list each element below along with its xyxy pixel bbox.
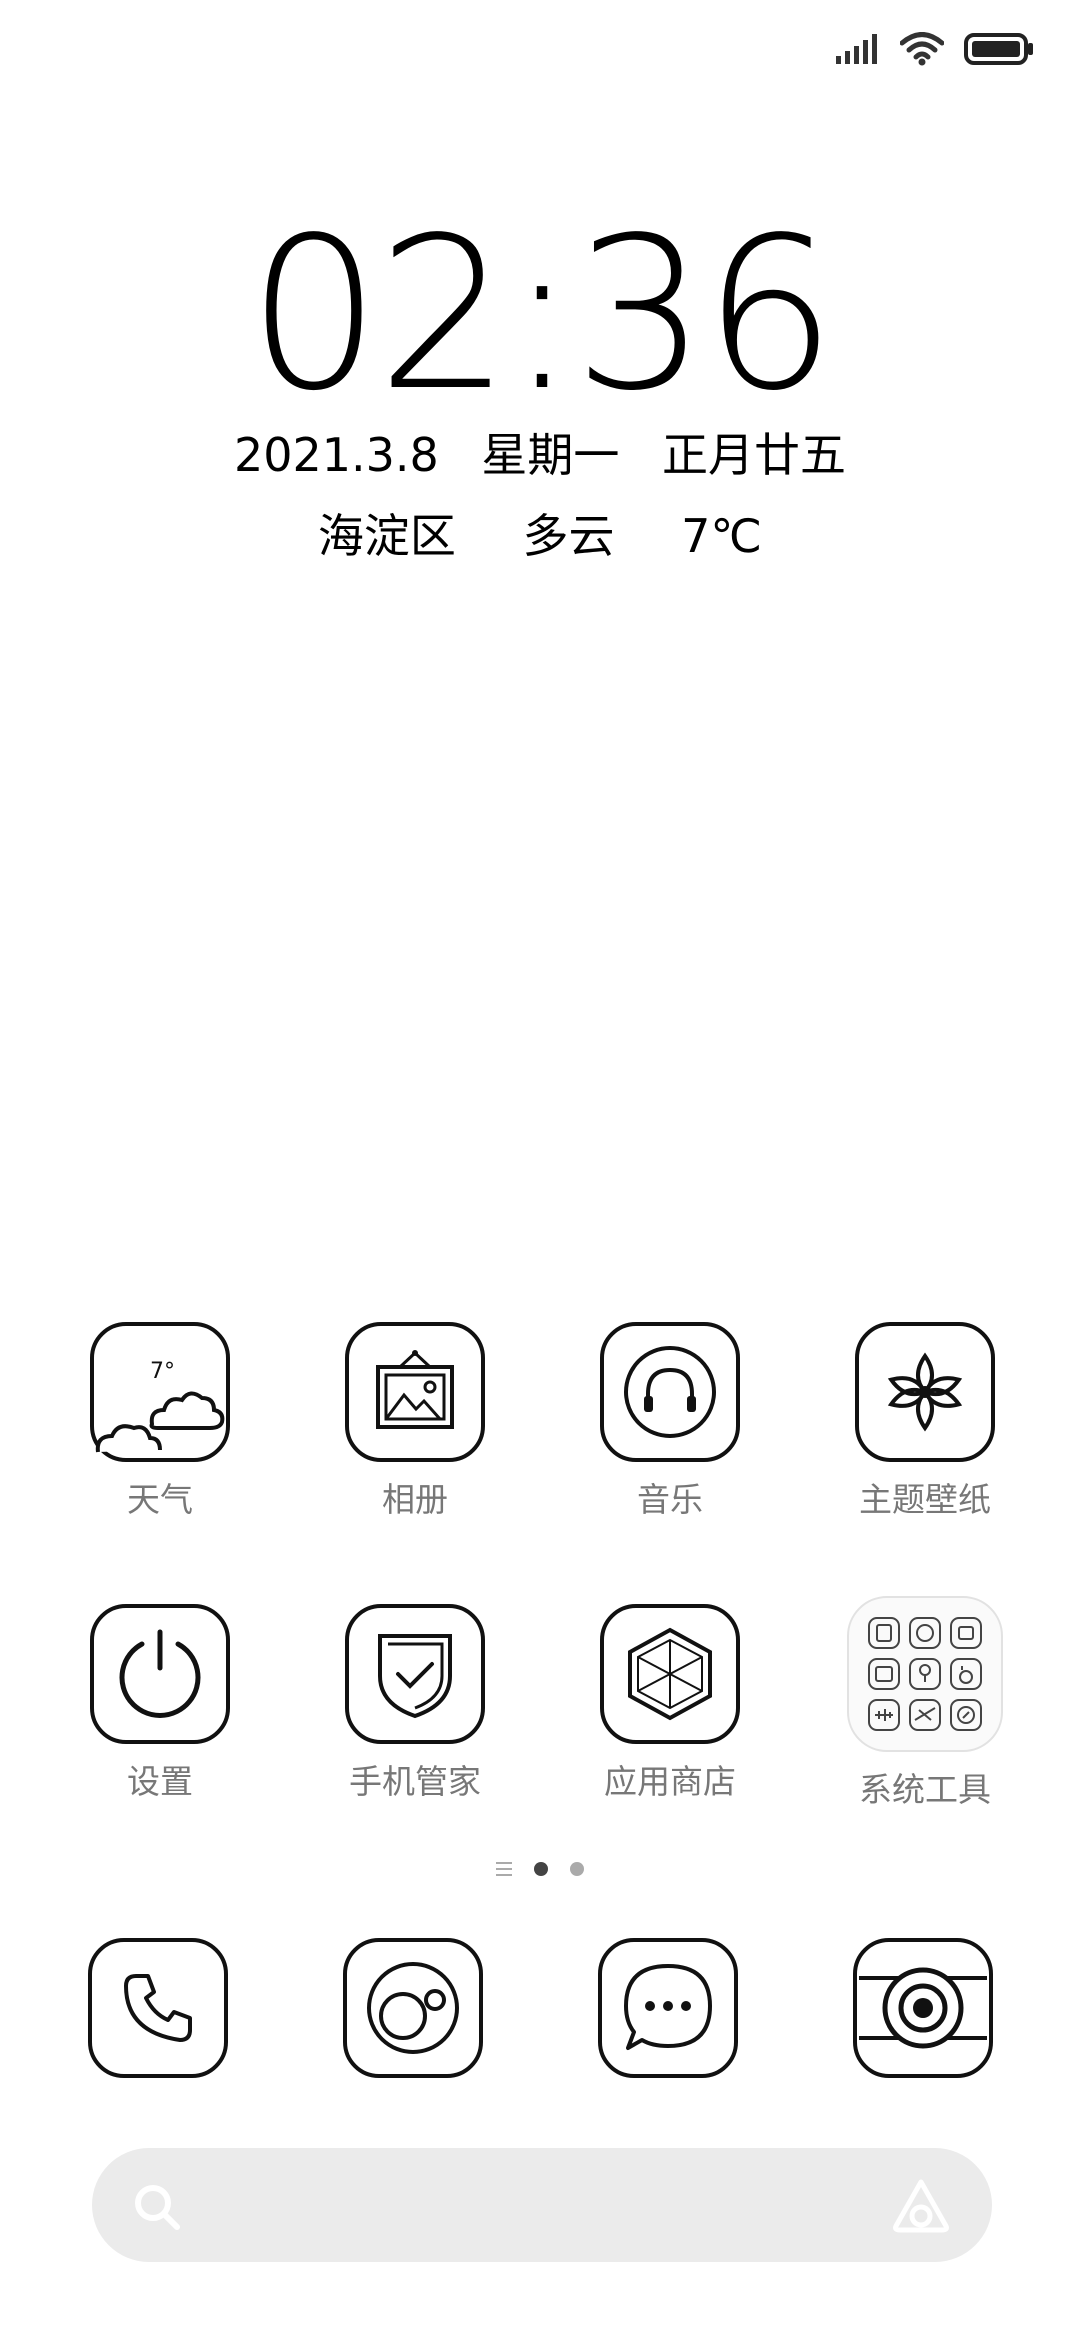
app-folder-tools[interactable]: 系统工具 [815,1596,1035,1812]
page-dot[interactable] [570,1862,584,1876]
browser-icon [367,1962,459,2054]
app-store[interactable]: 应用商店 [560,1604,780,1804]
weather-row[interactable]: 海淀区 多云 7℃ [0,506,1080,566]
gallery-tile[interactable] [345,1322,485,1462]
app-label: 音乐 [637,1480,703,1519]
tools-folder-icon [868,1617,982,1731]
temperature: 7℃ [681,509,763,563]
assistant-icon[interactable] [890,2178,952,2234]
messages-icon [624,1964,712,2050]
app-store-tile[interactable] [600,1604,740,1744]
phone-icon [124,1974,192,2042]
wifi-icon [900,32,944,66]
dock-phone[interactable] [88,1938,228,2078]
search-bar[interactable] [92,2148,992,2262]
app-themes[interactable]: 主题壁纸 [815,1322,1035,1522]
weather-condition: 多云 [522,509,615,563]
app-weather[interactable]: 7° 天气 [50,1322,270,1522]
camera-icon [859,1967,987,2049]
weather-badge: 7° [150,1359,175,1384]
app-label: 相册 [382,1480,448,1519]
menu-lines-icon[interactable] [496,1862,512,1876]
settings-icon [119,1629,201,1718]
app-settings[interactable]: 设置 [50,1604,270,1804]
dock-browser[interactable] [343,1938,483,2078]
signal-icon [836,34,877,64]
app-label: 天气 [127,1480,193,1519]
settings-tile[interactable] [90,1604,230,1744]
location: 海淀区 [317,509,456,563]
app-store-icon [628,1627,712,1721]
app-label: 应用商店 [604,1762,736,1801]
dock-messages[interactable] [598,1938,738,2078]
status-bar [836,24,1034,74]
date-row: 2021.3.8 星期一 正月廿五 [0,425,1080,485]
app-music[interactable]: 音乐 [560,1322,780,1522]
clock-time[interactable]: 02:36 [0,210,1080,420]
app-label: 主题壁纸 [859,1480,991,1519]
date: 2021.3.8 [233,428,439,482]
weather-tile[interactable]: 7° [90,1322,230,1462]
lunar-date: 正月廿五 [662,428,847,482]
music-tile[interactable] [600,1322,740,1462]
security-icon [378,1634,452,1719]
app-label: 系统工具 [859,1770,991,1809]
security-tile[interactable] [345,1604,485,1744]
app-label: 设置 [127,1762,193,1801]
page-dot-active[interactable] [534,1862,548,1876]
battery-icon [964,33,1033,65]
weather-icon: 7° [95,1359,225,1453]
search-icon[interactable] [132,2182,182,2232]
tools-folder-tile[interactable] [847,1596,1003,1752]
themes-tile[interactable] [855,1322,995,1462]
themes-icon [887,1352,963,1432]
gallery-icon [376,1350,454,1429]
app-label: 手机管家 [349,1762,481,1801]
app-gallery[interactable]: 相册 [305,1322,525,1522]
weekday: 星期一 [481,428,620,482]
music-icon [624,1346,716,1438]
page-indicator[interactable] [0,1862,1080,1876]
app-security[interactable]: 手机管家 [305,1604,525,1804]
dock-camera[interactable] [853,1938,993,2078]
